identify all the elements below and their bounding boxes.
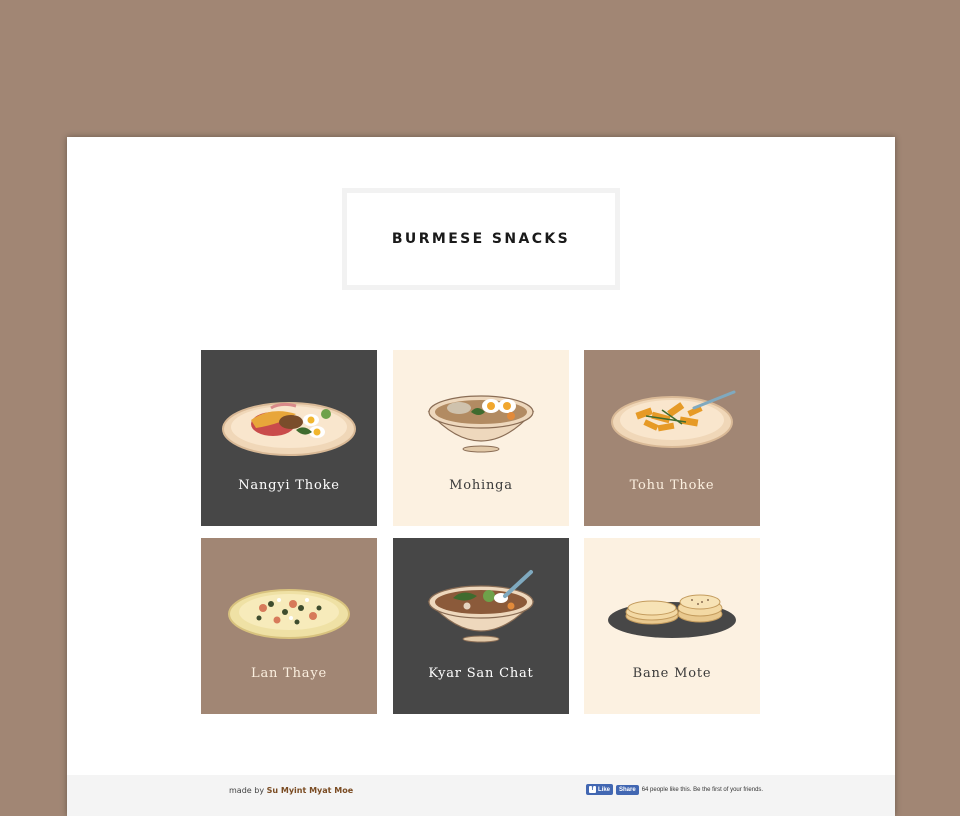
title-box: BURMESE SNACKS [342,188,620,290]
tohu-thoke-plate-icon [611,390,736,448]
footer: made by Su Myint Myat Moe f Like Share 6… [67,775,895,816]
tile-label: Lan Thaye [251,666,327,681]
mohinga-bowl-icon [427,395,535,453]
fb-share-label: Share [619,786,636,793]
nangyi-thoke-plate-icon [222,402,356,456]
facebook-widget: f Like Share 64 people like this. Be the… [586,784,763,795]
kyar-san-chat-bowl-icon [427,570,535,643]
tile-label: Mohinga [449,478,513,493]
tile-mohinga[interactable]: Mohinga [393,350,569,526]
made-by-text: made by [229,786,265,795]
tile-label: Tohu Thoke [629,478,715,493]
page-title: BURMESE SNACKS [391,231,571,247]
tile-label: Kyar San Chat [428,666,534,681]
lan-thaye-pancake-icon [228,589,350,639]
tile-label: Nangyi Thoke [238,478,340,493]
fb-like-count-text: 64 people like this. Be the first of you… [641,786,764,793]
fb-share-button[interactable]: Share [616,784,639,795]
main-card: BURMESE SNACKS Nangyi Thoke Mohinga Tohu… [67,137,895,816]
author-link[interactable]: Su Myint Myat Moe [267,786,354,795]
tile-lan-thaye[interactable]: Lan Thaye [201,538,377,714]
tile-tohu-thoke[interactable]: Tohu Thoke [584,350,760,526]
tile-kyar-san-chat[interactable]: Kyar San Chat [393,538,569,714]
bane-mote-plate-icon [608,594,736,638]
fb-like-label: Like [598,786,611,793]
tile-bane-mote[interactable]: Bane Mote [584,538,760,714]
tile-nangyi-thoke[interactable]: Nangyi Thoke [201,350,377,526]
fb-like-button[interactable]: f Like [586,784,614,795]
facebook-icon: f [589,786,596,793]
credits: made by Su Myint Myat Moe [229,786,353,795]
tile-label: Bane Mote [632,666,712,681]
